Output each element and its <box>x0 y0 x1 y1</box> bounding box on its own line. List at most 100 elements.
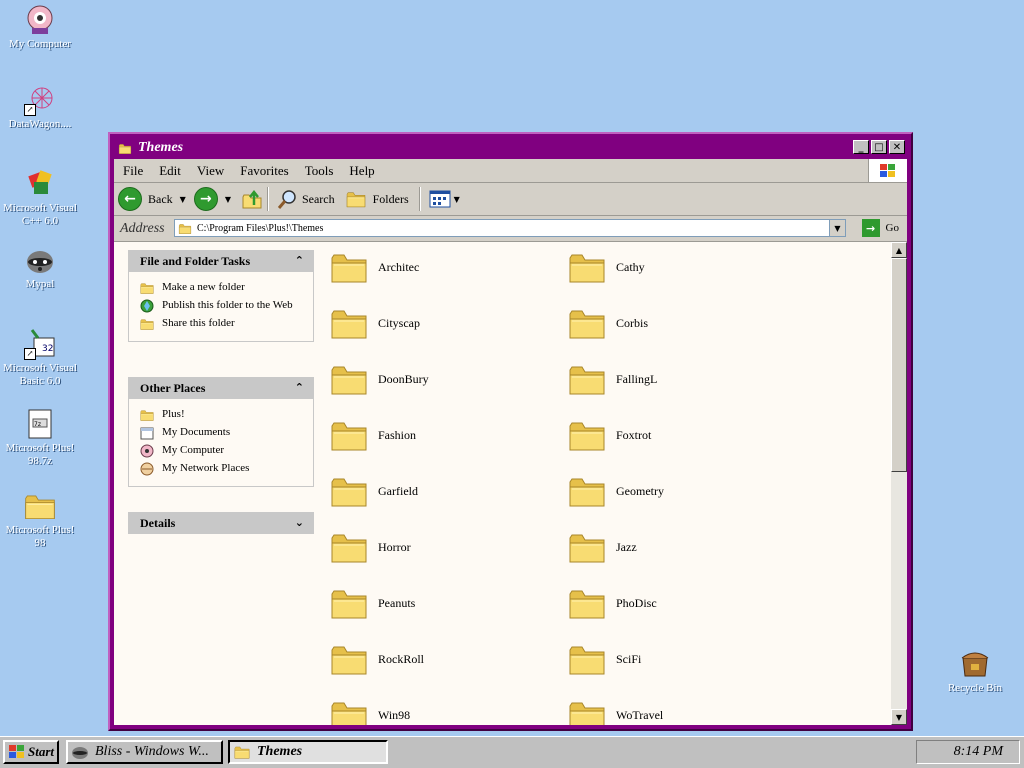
visual-cpp-icon <box>24 168 56 200</box>
up-folder-button[interactable] <box>241 188 263 210</box>
place-my-network-places[interactable]: My Network Places <box>139 462 313 476</box>
folder-item[interactable]: Corbis <box>568 304 648 342</box>
folder-item[interactable]: Win98 <box>330 696 410 725</box>
menu-tools[interactable]: Tools <box>296 163 341 179</box>
desktop-icon-my-computer[interactable]: My Computer <box>0 4 80 51</box>
scroll-up-button[interactable]: ▲ <box>891 242 907 258</box>
desktop-icon-archive[interactable]: 7z Microsoft Plus! 98.7z <box>0 408 80 468</box>
folder-item[interactable]: Geometry <box>568 472 664 510</box>
folder-item[interactable]: Architec <box>330 248 419 286</box>
back-button[interactable]: ← Back ▼ <box>118 187 186 211</box>
vertical-scrollbar[interactable]: ▲ ▼ <box>891 242 907 725</box>
folder-icon <box>568 416 606 454</box>
folder-item[interactable]: Cathy <box>568 248 645 286</box>
task-share-folder[interactable]: Share this folder <box>139 317 313 331</box>
go-button[interactable]: → Go <box>861 219 899 237</box>
views-button[interactable]: ▼ <box>429 190 460 208</box>
place-label: Plus! <box>162 408 185 420</box>
search-button[interactable]: Search <box>277 188 335 210</box>
address-input[interactable]: C:\Program Files\Plus!\Themes ▼ <box>174 219 846 237</box>
folder-icon <box>568 304 606 342</box>
scroll-thumb[interactable] <box>891 258 907 472</box>
desktop-icon-visual-cpp[interactable]: Microsoft Visual C++ 6.0 <box>0 168 80 228</box>
svg-text:7z: 7z <box>34 421 41 428</box>
folders-button[interactable]: Folders <box>345 189 409 209</box>
collapse-icon[interactable]: ⌃ <box>295 254 304 267</box>
folder-icon <box>568 360 606 398</box>
folder-item[interactable]: PhoDisc <box>568 584 657 622</box>
scroll-down-button[interactable]: ▼ <box>891 709 907 725</box>
folder-item[interactable]: WoTravel <box>568 696 663 725</box>
task-label: Share this folder <box>162 317 235 329</box>
title-bar[interactable]: Themes _ □ ✕ <box>114 138 907 158</box>
desktop-icon-datawagon[interactable]: ↗ DataWagon.... <box>0 84 80 131</box>
place-plus[interactable]: Plus! <box>139 408 313 422</box>
expand-icon[interactable]: ⌄ <box>295 516 304 529</box>
place-my-computer[interactable]: My Computer <box>139 444 313 458</box>
folder-icon <box>177 222 193 235</box>
menu-edit[interactable]: Edit <box>150 163 188 179</box>
address-dropdown-button[interactable]: ▼ <box>829 220 845 236</box>
pane-header[interactable]: File and Folder Tasks ⌃ <box>128 250 314 272</box>
folder-item[interactable]: Peanuts <box>330 584 415 622</box>
back-dropdown-icon[interactable]: ▼ <box>180 195 186 204</box>
desktop-icon-plus-folder[interactable]: Microsoft Plus! 98 <box>0 490 80 550</box>
folder-item[interactable]: Fashion <box>330 416 416 454</box>
task-label: Make a new folder <box>162 281 245 293</box>
datawagon-icon: ↗ <box>24 84 56 116</box>
folder-item[interactable]: Garfield <box>330 472 418 510</box>
taskbar-item-themes[interactable]: Themes <box>228 740 388 764</box>
folder-name: Corbis <box>616 315 649 330</box>
forward-button[interactable]: → ▼ <box>193 187 231 211</box>
place-my-documents[interactable]: My Documents <box>139 426 313 440</box>
folder-item[interactable]: Horror <box>330 528 411 566</box>
pane-title: File and Folder Tasks <box>140 253 251 268</box>
views-dropdown-icon[interactable]: ▼ <box>454 195 460 204</box>
folder-item[interactable]: SciFi <box>568 640 641 678</box>
place-label: My Computer <box>162 444 225 456</box>
forward-dropdown-icon[interactable]: ▼ <box>225 195 231 204</box>
folder-item[interactable]: Foxtrot <box>568 416 651 454</box>
file-folder-tasks-pane: File and Folder Tasks ⌃ Make a new folde… <box>128 250 314 342</box>
window-body: File Edit View Favorites Tools Help ← Ba… <box>114 159 907 725</box>
folder-icon <box>330 640 368 678</box>
folder-item[interactable]: Jazz <box>568 528 637 566</box>
desktop-icon-recycle-bin[interactable]: Recycle Bin <box>935 648 1015 695</box>
folder-name: Win98 <box>378 707 411 722</box>
menu-view[interactable]: View <box>188 163 231 179</box>
task-publish-to-web[interactable]: Publish this folder to the Web <box>139 299 313 313</box>
folder-item[interactable]: DoonBury <box>330 360 429 398</box>
taskbar-item-bliss[interactable]: Bliss - Windows W... <box>66 740 223 764</box>
desktop-icon-visual-basic[interactable]: 32 ↗ Microsoft Visual Basic 6.0 <box>0 328 80 388</box>
taskbar-item-label: Themes <box>257 744 303 759</box>
clock[interactable]: 8:14 PM <box>954 744 1003 760</box>
folder-icon <box>568 696 606 725</box>
start-button[interactable]: Start <box>3 740 59 764</box>
desktop-icon-label: Microsoft Visual C++ 6.0 <box>3 202 77 227</box>
folder-item[interactable]: Cityscap <box>330 304 420 342</box>
desktop-icon-mypal[interactable]: Mypal <box>0 244 80 291</box>
folder-name: DoonBury <box>378 371 429 386</box>
pane-header[interactable]: Other Places ⌃ <box>128 377 314 399</box>
start-label: Start <box>28 744 55 759</box>
folder-item[interactable]: RockRoll <box>330 640 424 678</box>
address-label: Address <box>120 220 165 236</box>
desktop-icon-label: My Computer <box>8 38 72 50</box>
go-arrow-icon: → <box>861 219 880 237</box>
desktop-icon-label: Recycle Bin <box>947 682 1003 694</box>
folders-label: Folders <box>372 191 409 206</box>
menu-file[interactable]: File <box>114 163 150 179</box>
folder-item[interactable]: FallingL <box>568 360 657 398</box>
pane-header[interactable]: Details ⌄ <box>128 512 314 534</box>
close-button[interactable]: ✕ <box>889 140 905 154</box>
menu-favorites[interactable]: Favorites <box>231 163 295 179</box>
folder-icon <box>330 472 368 510</box>
menu-help[interactable]: Help <box>340 163 381 179</box>
folder-name: FallingL <box>616 371 658 386</box>
maximize-button[interactable]: □ <box>871 140 887 154</box>
collapse-icon[interactable]: ⌃ <box>295 381 304 394</box>
toolbar: ← Back ▼ → ▼ Search Folders ▼ <box>114 183 907 216</box>
folder-icon <box>330 304 368 342</box>
task-make-new-folder[interactable]: Make a new folder <box>139 281 313 295</box>
minimize-button[interactable]: _ <box>853 140 869 154</box>
